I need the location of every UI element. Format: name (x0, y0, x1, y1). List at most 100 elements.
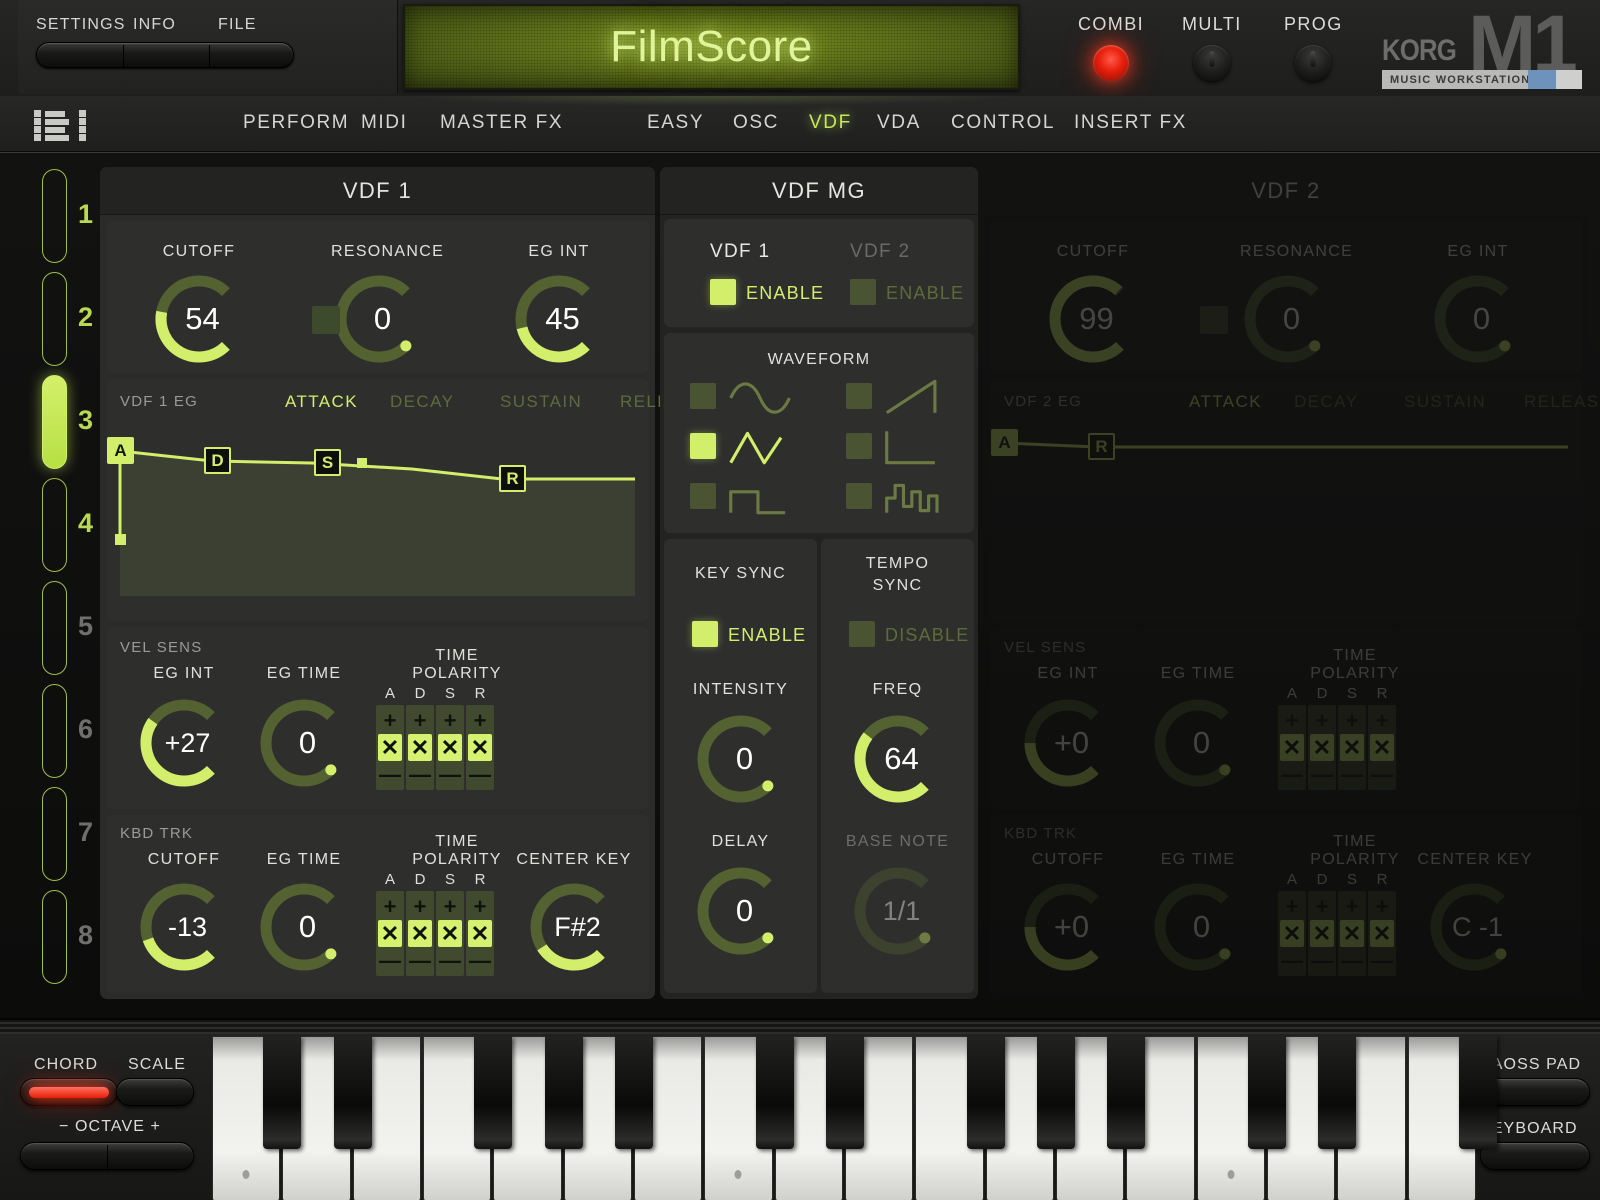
piano-keyboard[interactable] (212, 1036, 1497, 1200)
eg-handle-r[interactable]: R (1088, 433, 1115, 460)
polarity-cell[interactable]: — (1338, 947, 1366, 974)
polarity-cell[interactable]: — (1368, 761, 1396, 788)
tab-master-fx[interactable]: MASTER FX (440, 112, 563, 134)
vdf1-kt-cutoff-knob[interactable]: -13 (136, 879, 232, 975)
polarity-cell[interactable]: + (376, 707, 404, 734)
polarity-cell[interactable]: + (406, 707, 434, 734)
tab-vda[interactable]: VDA (877, 112, 921, 134)
vdf-mg-target-2-toggle[interactable] (850, 279, 876, 305)
vdf2-eg-stage-attack[interactable]: ATTACK (1189, 392, 1309, 412)
vdf1-kt-eg-time-knob[interactable]: 0 (256, 879, 352, 975)
waveform-toggle-step-random-wave-icon[interactable] (846, 483, 872, 509)
key-sync-intensity-knob[interactable]: 0 (693, 711, 789, 807)
polarity-cell[interactable]: + (466, 893, 494, 920)
piano-black-key[interactable] (1459, 1036, 1497, 1149)
menu-settings-label[interactable]: SETTINGS (36, 16, 126, 34)
step-random-wave-icon[interactable] (882, 475, 948, 519)
polarity-cell[interactable]: + (436, 893, 464, 920)
polarity-cell[interactable]: — (466, 761, 494, 788)
polarity-cell[interactable]: + (1308, 707, 1336, 734)
polarity-cell[interactable]: + (436, 707, 464, 734)
octave-button[interactable] (20, 1142, 194, 1170)
polarity-cell[interactable]: ✕ (378, 920, 402, 947)
polarity-cell[interactable]: — (406, 947, 434, 974)
piano-black-key[interactable] (263, 1036, 302, 1149)
polarity-cell[interactable]: — (1338, 761, 1366, 788)
polarity-cell[interactable]: ✕ (378, 734, 402, 761)
tab-vdf[interactable]: VDF (809, 112, 852, 134)
menu-file-label[interactable]: FILE (218, 16, 257, 34)
polarity-cell[interactable]: — (466, 947, 494, 974)
tab-control[interactable]: CONTROL (951, 112, 1055, 134)
vdf2-eg-stage-decay[interactable]: DECAY (1294, 392, 1414, 412)
eg-handle-d[interactable]: D (204, 447, 231, 474)
polarity-cell[interactable]: — (1278, 761, 1306, 788)
menu-info-label[interactable]: INFO (133, 16, 176, 34)
polarity-cell[interactable]: ✕ (408, 920, 432, 947)
piano-black-key[interactable] (1248, 1036, 1286, 1149)
vdf1-eg-stage-sustain[interactable]: SUSTAIN (500, 392, 620, 412)
sine-wave-icon[interactable] (726, 375, 792, 419)
triangle-wave-icon[interactable] (726, 425, 792, 469)
polarity-cell[interactable]: + (1278, 707, 1306, 734)
waveform-toggle-sine-wave-icon[interactable] (690, 383, 716, 409)
polarity-cell[interactable]: ✕ (468, 734, 492, 761)
piano-black-key[interactable] (1107, 1036, 1146, 1149)
polarity-cell[interactable]: + (1368, 707, 1396, 734)
polarity-cell[interactable]: — (376, 761, 404, 788)
menu-button-bar[interactable] (36, 42, 294, 68)
polarity-cell[interactable]: + (1338, 893, 1366, 920)
piano-black-key[interactable] (544, 1036, 583, 1149)
waveform-toggle-triangle-wave-icon[interactable] (690, 433, 716, 459)
polarity-cell[interactable]: ✕ (1370, 920, 1394, 947)
waveform-toggle-ramp-down-wave-icon[interactable] (846, 433, 872, 459)
polarity-cell[interactable]: ✕ (1370, 734, 1394, 761)
polarity-cell[interactable]: — (1308, 761, 1336, 788)
eg-handle-a[interactable]: A (991, 429, 1018, 456)
polarity-cell[interactable]: — (406, 761, 434, 788)
polarity-cell[interactable]: ✕ (1340, 920, 1364, 947)
polarity-cell[interactable]: ✕ (438, 734, 462, 761)
waveform-toggle-square-wave-icon[interactable] (690, 483, 716, 509)
mode-button-combi[interactable]: COMBI (1078, 14, 1144, 81)
polarity-cell[interactable]: ✕ (468, 920, 492, 947)
tempo-sync-base-note-knob[interactable]: 1/1 (850, 863, 946, 959)
chord-button[interactable] (20, 1078, 118, 1106)
lcd-display[interactable]: FilmScore (403, 4, 1020, 90)
ramp-down-wave-icon[interactable] (882, 425, 948, 469)
square-wave-icon[interactable] (726, 475, 792, 519)
polarity-cell[interactable]: + (376, 893, 404, 920)
vdf2-eg-graph[interactable]: AR (991, 421, 1576, 613)
vdf2-panel[interactable]: VDF 2 CUTOFF 99 RESONANCE 0 EG INT 0 VDF 2 E… (984, 167, 1600, 999)
piano-black-key[interactable] (1037, 1036, 1075, 1149)
vdf2-vs-eg-time-knob[interactable]: 0 (1150, 695, 1246, 791)
polarity-cell[interactable]: ✕ (1310, 734, 1334, 761)
vdf1-resonance-knob[interactable]: 0 (331, 271, 427, 367)
waveform-toggle-ramp-up-wave-icon[interactable] (846, 383, 872, 409)
tempo-sync-toggle[interactable] (849, 621, 875, 647)
vdf1-eg_int-knob[interactable]: 45 (511, 271, 607, 367)
vdf1-center-key-knob[interactable]: F#2 (526, 879, 622, 975)
piano-black-key[interactable] (826, 1036, 864, 1149)
polarity-cell[interactable]: + (1278, 893, 1306, 920)
vdf1-eg-graph[interactable]: A D S R (107, 421, 643, 613)
polarity-cell[interactable]: ✕ (1310, 920, 1334, 947)
eg-handle-a[interactable]: A (107, 437, 134, 464)
tempo-sync-freq-knob[interactable]: 64 (850, 711, 946, 807)
tab-osc[interactable]: OSC (733, 112, 779, 134)
vdf2-eg-stage-sustain[interactable]: SUSTAIN (1404, 392, 1524, 412)
eg-handle-r[interactable]: R (499, 465, 526, 492)
tab-midi[interactable]: MIDI (361, 112, 408, 134)
key-sync-delay-knob[interactable]: 0 (693, 863, 789, 959)
polarity-cell[interactable]: — (376, 947, 404, 974)
eg-handle-s[interactable]: S (314, 449, 341, 476)
vdf2-eg_int-knob[interactable]: 0 (1430, 271, 1526, 367)
piano-black-key[interactable] (615, 1036, 653, 1149)
vdf1-eg-stage-decay[interactable]: DECAY (390, 392, 510, 412)
vdf2-eg-stage-release[interactable]: RELEASE (1524, 392, 1600, 412)
piano-black-key[interactable] (755, 1036, 794, 1149)
vdf2-cutoff-knob[interactable]: 99 (1045, 271, 1141, 367)
mode-button-multi[interactable]: MULTI (1182, 14, 1242, 81)
vdf2-vs-eg-int-knob[interactable]: +0 (1020, 695, 1116, 791)
polarity-cell[interactable]: + (466, 707, 494, 734)
